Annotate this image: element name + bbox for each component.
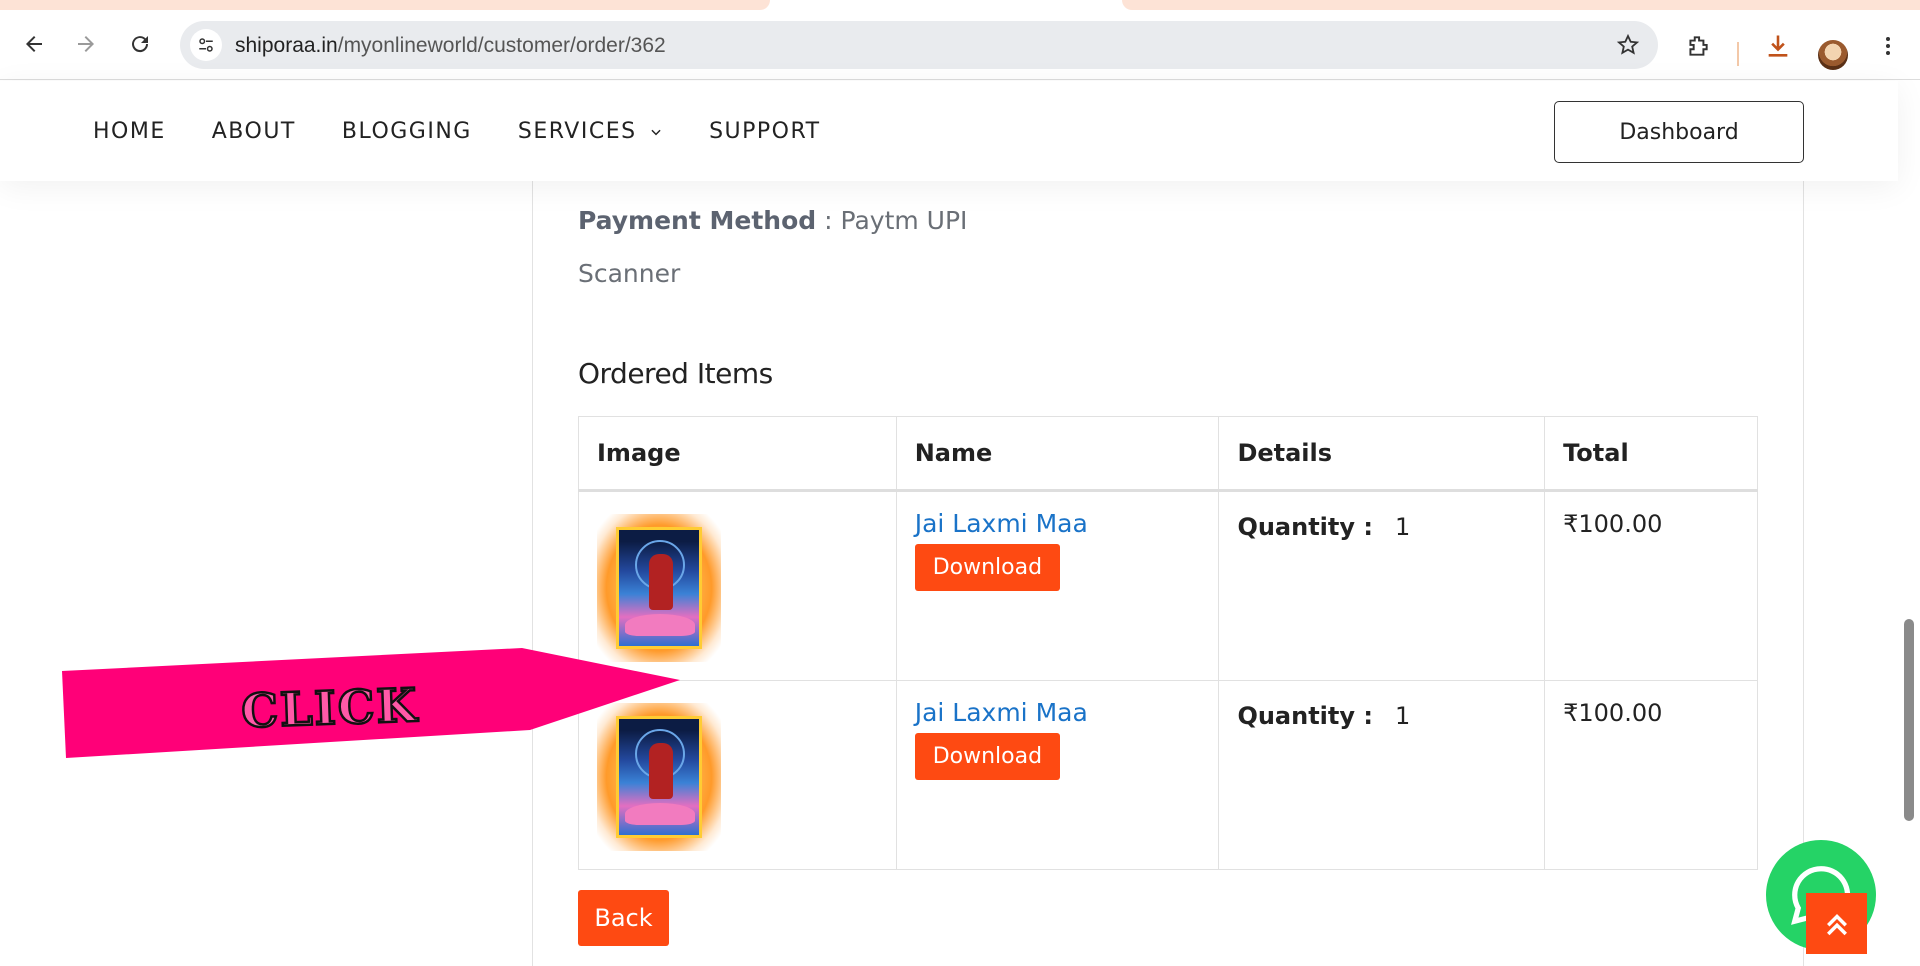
click-arrow-annotation: CLICK (62, 648, 680, 758)
nav-home[interactable]: HOME (93, 119, 166, 144)
profile-avatar[interactable] (1818, 40, 1848, 70)
cell-total: ₹100.00 (1544, 680, 1758, 870)
table-header-row: Image Name Details Total (578, 416, 1758, 491)
address-bar[interactable]: shiporaa.in/myonlineworld/customer/order… (180, 21, 1658, 69)
col-details: Details (1218, 416, 1546, 491)
quantity-value: 1 (1394, 513, 1411, 541)
quantity-value: 1 (1394, 702, 1411, 730)
main-menu: HOME ABOUT BLOGGING SERVICES SUPPORT (93, 119, 867, 144)
nav-services-label: SERVICES (517, 119, 637, 144)
url-text: shiporaa.in/myonlineworld/customer/order… (235, 34, 666, 58)
nav-support[interactable]: SUPPORT (709, 119, 821, 144)
dashboard-button[interactable]: Dashboard (1554, 101, 1804, 163)
download-icon[interactable] (1762, 30, 1794, 62)
product-link[interactable]: Jai Laxmi Maa (915, 509, 1201, 538)
page-scrollbar[interactable] (1898, 81, 1920, 966)
scrollbar-thumb[interactable] (1904, 619, 1914, 821)
back-arrow-icon[interactable] (14, 24, 54, 64)
cell-details: Quantity : 1 (1218, 680, 1546, 870)
cell-total: ₹100.00 (1544, 490, 1758, 681)
nav-blogging[interactable]: BLOGGING (342, 119, 472, 144)
col-total: Total (1544, 416, 1758, 491)
chevron-down-icon (651, 129, 661, 136)
tab-left[interactable] (0, 0, 770, 10)
quantity: Quantity : 1 (1237, 513, 1526, 541)
quantity-label: Quantity : (1237, 513, 1373, 541)
nav-services[interactable]: SERVICES (518, 119, 663, 144)
tab-strip (0, 0, 1920, 10)
payment-method: Payment Method : Paytm UPI (578, 206, 967, 235)
cell-name: Jai Laxmi Maa Download (895, 680, 1220, 870)
menu-dots-icon[interactable] (1872, 30, 1904, 62)
col-image: Image (578, 416, 897, 491)
table-row: Jai Laxmi Maa Download Quantity : 1 ₹100.… (578, 680, 1758, 870)
bookmark-star-icon[interactable] (1616, 33, 1640, 62)
cell-details: Quantity : 1 (1218, 490, 1546, 681)
nav-about[interactable]: ABOUT (212, 119, 296, 144)
reload-icon[interactable] (120, 24, 160, 64)
product-image[interactable] (597, 514, 721, 662)
click-arrow-text: CLICK (241, 678, 420, 738)
row-total: ₹100.00 (1563, 699, 1663, 727)
browser-toolbar: shiporaa.in/myonlineworld/customer/order… (0, 10, 1920, 80)
tab-right[interactable] (1122, 0, 1920, 10)
download-button[interactable]: Download (914, 733, 1061, 780)
back-button[interactable]: Back (578, 890, 669, 946)
site-settings-icon[interactable] (190, 29, 222, 61)
forward-arrow-icon[interactable] (66, 24, 106, 64)
extensions-icon[interactable] (1682, 30, 1714, 62)
ordered-items-title: Ordered Items (578, 357, 773, 390)
payment-method-value-2: Scanner (578, 259, 681, 288)
cell-name: Jai Laxmi Maa Download (895, 490, 1220, 681)
ordered-items-table: Image Name Details Total Jai Laxmi Maa D… (578, 416, 1758, 870)
payment-method-label: Payment Method (578, 206, 817, 235)
download-button[interactable]: Download (914, 544, 1061, 591)
payment-method-value: Paytm UPI (840, 206, 968, 235)
table-row: Jai Laxmi Maa Download Quantity : 1 ₹100.… (578, 490, 1758, 681)
row-total: ₹100.00 (1563, 510, 1663, 538)
col-name: Name (895, 416, 1220, 491)
scroll-top-icon[interactable] (1806, 893, 1867, 954)
url-domain: shiporaa.in (235, 34, 338, 57)
quantity-label: Quantity : (1237, 702, 1373, 730)
site-header: HOME ABOUT BLOGGING SERVICES SUPPORT Das… (0, 81, 1898, 181)
product-link[interactable]: Jai Laxmi Maa (915, 698, 1201, 727)
toolbar-separator (1737, 42, 1739, 66)
payment-separator: : (816, 206, 841, 235)
url-path: /myonlineworld/customer/order/362 (337, 34, 666, 57)
quantity: Quantity : 1 (1237, 702, 1526, 730)
